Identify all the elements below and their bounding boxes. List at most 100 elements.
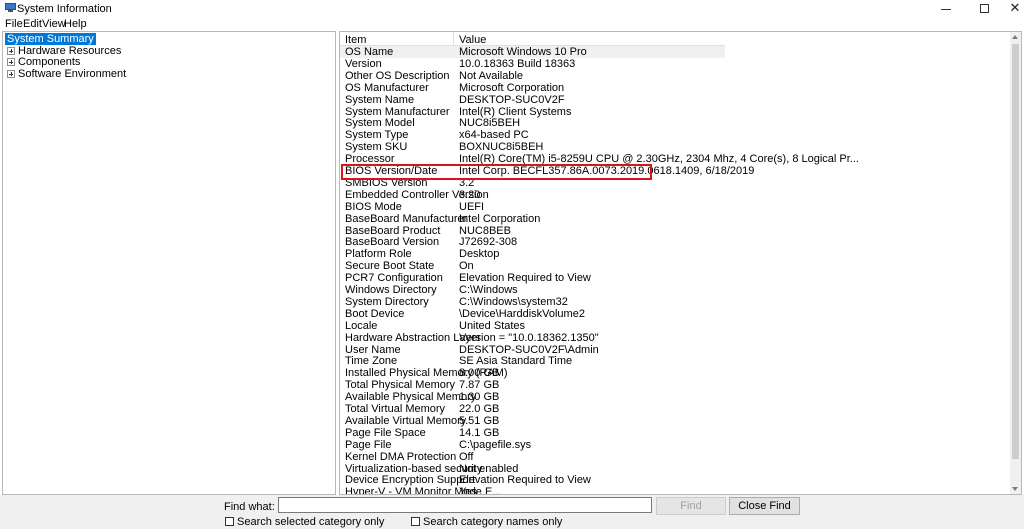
scrollbar-thumb[interactable]	[1012, 44, 1019, 459]
table-row[interactable]: Hardware Abstraction Layer Version = "10.…	[340, 332, 725, 344]
table-row[interactable]: BaseBoard Product NUC8BEB	[340, 225, 725, 237]
system-information-app-icon	[5, 3, 16, 13]
row-value-cell: 5.51 GB	[459, 414, 500, 427]
row-item-cell: OS Manufacturer	[345, 81, 429, 94]
row-value-cell: BOXNUC8i5BEH	[459, 141, 544, 154]
table-row[interactable]: Secure Boot State On	[340, 260, 725, 272]
table-row[interactable]: Installed Physical Memory (RAM) 8.00 GB	[340, 367, 725, 379]
checkbox-label: Search category names only	[423, 516, 563, 528]
table-row[interactable]: Page File C:\pagefile.sys	[340, 439, 725, 451]
table-row[interactable]: System Type x64-based PC	[340, 129, 725, 141]
table-row[interactable]: System SKU BOXNUC8i5BEH	[340, 141, 725, 153]
row-item-cell: Other OS Description	[345, 69, 450, 82]
category-tree[interactable]: System Summary Hardware Resources Compon…	[2, 31, 336, 495]
table-row[interactable]: Embedded Controller Version 3.20	[340, 189, 725, 201]
row-value-cell: Off	[459, 450, 474, 463]
details-list[interactable]: Item Value OS Name Microsoft Windows 10 P…	[339, 31, 1022, 495]
table-row[interactable]: Available Physical Memory 1.30 GB	[340, 391, 725, 403]
row-value-cell: SE Asia Standard Time	[459, 355, 573, 368]
row-value-cell: Microsoft Windows 10 Pro	[459, 46, 587, 58]
minimize-button[interactable]	[931, 0, 961, 17]
expand-plus-icon[interactable]	[7, 70, 15, 78]
table-row[interactable]: BIOS Mode UEFI	[340, 201, 725, 213]
find-what-label: Find what:	[224, 501, 275, 513]
table-row[interactable]: Page File Space 14.1 GB	[340, 427, 725, 439]
row-item-cell: System SKU	[345, 141, 408, 154]
row-value-cell: Not Available	[459, 69, 524, 82]
table-row[interactable]: Kernel DMA Protection Off	[340, 451, 725, 463]
row-value-cell: NUC8BEB	[459, 224, 511, 237]
row-value-cell: UEFI	[459, 200, 485, 213]
row-item-cell: Total Virtual Memory	[345, 403, 446, 415]
checkbox-box[interactable]	[411, 517, 420, 526]
row-value-cell: Desktop	[459, 248, 500, 261]
title-bar: System Information ✕	[0, 0, 1024, 17]
row-item-cell: Locale	[345, 319, 378, 332]
table-row[interactable]: User Name DESKTOP-SUC0V2F\Admin	[340, 344, 725, 356]
column-divider[interactable]	[453, 32, 454, 46]
row-item-cell: System Type	[345, 129, 409, 142]
row-value-cell: Intel Corporation	[459, 212, 541, 225]
row-item-cell: System Name	[345, 93, 415, 106]
vertical-scrollbar[interactable]	[1010, 32, 1021, 494]
table-row[interactable]: OS Name Microsoft Windows 10 Pro	[340, 46, 725, 58]
row-value-cell: On	[459, 260, 474, 273]
tree-item-label: Software Environment	[18, 68, 127, 80]
scroll-up-arrow-icon[interactable]	[1012, 35, 1018, 39]
table-row[interactable]: PCR7 Configuration Elevation Required to …	[340, 272, 725, 284]
table-row[interactable]: System Name DESKTOP-SUC0V2F	[340, 94, 725, 106]
checkbox-box[interactable]	[225, 517, 234, 526]
maximize-button[interactable]	[969, 0, 999, 17]
expand-plus-icon[interactable]	[7, 58, 15, 66]
close-find-button[interactable]: Close Find	[729, 497, 800, 515]
table-row[interactable]: Total Physical Memory 7.87 GB	[340, 379, 725, 391]
table-row[interactable]: Platform Role Desktop	[340, 248, 725, 260]
find-what-input[interactable]	[278, 497, 652, 513]
table-row[interactable]: Windows Directory C:\Windows	[340, 284, 725, 296]
table-row[interactable]: Hyper-V - VM Monitor Mode E... Yes	[340, 486, 725, 495]
table-row[interactable]: Other OS Description Not Available	[340, 70, 725, 82]
row-value-cell: x64-based PC	[459, 129, 529, 142]
table-row[interactable]: BaseBoard Manufacturer Intel Corporation	[340, 213, 725, 225]
row-item-cell: BIOS Mode	[345, 200, 402, 213]
tree-item-label: System Summary	[5, 33, 96, 45]
table-row[interactable]: OS Manufacturer Microsoft Corporation	[340, 82, 725, 94]
menu-bar: File Edit View Help	[0, 17, 1024, 30]
menu-edit[interactable]: Edit	[23, 18, 42, 30]
table-row[interactable]: Time Zone SE Asia Standard Time	[340, 355, 725, 367]
highlight-box-bios-version	[341, 164, 652, 180]
row-item-cell: Version	[345, 57, 382, 70]
scroll-down-arrow-icon[interactable]	[1012, 487, 1018, 491]
table-row[interactable]: Locale United States	[340, 320, 725, 332]
row-item-cell: Available Physical Memory	[345, 391, 477, 404]
table-row[interactable]: Virtualization-based security Not enabled	[340, 463, 725, 475]
close-window-button[interactable]: ✕	[1000, 0, 1024, 17]
row-value-cell: NUC8i5BEH	[459, 117, 521, 130]
checkbox-label: Search selected category only	[237, 516, 385, 528]
minimize-icon	[941, 8, 951, 10]
table-row[interactable]: Device Encryption Support Elevation Requi…	[340, 474, 725, 486]
find-button[interactable]: Find	[656, 497, 726, 515]
table-row[interactable]: Total Virtual Memory 22.0 GB	[340, 403, 725, 415]
menu-view[interactable]: View	[42, 18, 66, 30]
row-item-cell: System Manufacturer	[345, 105, 450, 118]
row-item-cell: System Model	[345, 117, 415, 130]
menu-help[interactable]: Help	[64, 18, 87, 30]
table-row[interactable]: System Model NUC8i5BEH	[340, 117, 725, 129]
row-value-cell: Version = "10.0.18362.1350"	[459, 331, 599, 344]
column-header-value[interactable]: Value	[459, 34, 486, 46]
table-row[interactable]: System Manufacturer Intel(R) Client Syste…	[340, 106, 725, 118]
row-item-cell: Windows Directory	[345, 284, 437, 296]
row-item-cell: Page File	[345, 438, 392, 451]
table-row[interactable]: Boot Device \Device\HarddiskVolume2	[340, 308, 725, 320]
row-value-cell: C:\pagefile.sys	[459, 438, 532, 451]
menu-file[interactable]: File	[5, 18, 23, 30]
table-row[interactable]: System Directory C:\Windows\system32	[340, 296, 725, 308]
table-row[interactable]: BaseBoard Version J72692-308	[340, 236, 725, 248]
row-item-cell: Hyper-V - VM Monitor Mode E...	[345, 486, 502, 495]
list-header: Item Value	[340, 32, 725, 46]
table-row[interactable]: Version 10.0.18363 Build 18363	[340, 58, 725, 70]
column-header-item[interactable]: Item	[345, 34, 366, 46]
expand-plus-icon[interactable]	[7, 47, 15, 55]
table-row[interactable]: Available Virtual Memory 5.51 GB	[340, 415, 725, 427]
